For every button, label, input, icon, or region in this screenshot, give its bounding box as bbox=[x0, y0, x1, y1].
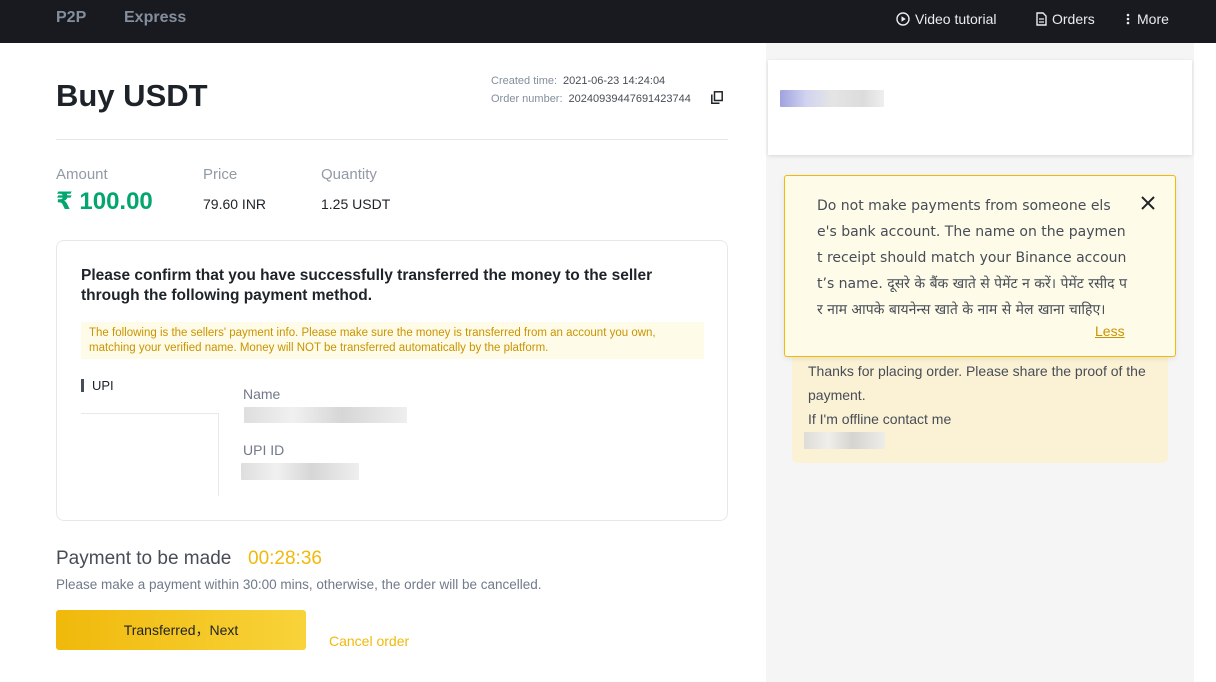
video-tutorial-link[interactable]: Video tutorial bbox=[896, 11, 996, 27]
name-label: Name bbox=[243, 386, 281, 402]
seller-info-warning: The following is the sellers' payment in… bbox=[81, 322, 704, 359]
price-value: 79.60 INR bbox=[203, 196, 267, 212]
orders-link[interactable]: Orders bbox=[1036, 11, 1095, 27]
page-title: Buy USDT bbox=[56, 78, 208, 113]
copy-icon[interactable] bbox=[711, 91, 723, 109]
created-time-label: Created time: bbox=[491, 75, 558, 87]
quantity-value: 1.25 USDT bbox=[321, 196, 391, 212]
less-link[interactable]: Less bbox=[1095, 323, 1125, 339]
more-label: More bbox=[1137, 11, 1169, 27]
order-number: Order number: 20240939447691423744 bbox=[491, 93, 691, 105]
seller-name-redacted bbox=[244, 407, 407, 423]
countdown-timer: 00:28:36 bbox=[248, 548, 322, 569]
payment-title: Payment to be made bbox=[56, 548, 232, 569]
chat-message-line: If I'm offline contact me bbox=[808, 411, 952, 427]
upi-id-label: UPI ID bbox=[243, 442, 285, 458]
chat-header bbox=[768, 60, 1192, 155]
notice-text: Do not make payments from someone else's… bbox=[817, 198, 1127, 318]
tab-p2p[interactable]: P2P bbox=[56, 9, 86, 27]
tab-express[interactable]: Express bbox=[124, 9, 186, 27]
order-number-value: 20240939447691423744 bbox=[568, 93, 691, 105]
more-vertical-icon bbox=[1124, 12, 1132, 26]
cancel-order-link[interactable]: Cancel order bbox=[329, 633, 409, 649]
counterparty-name-redacted bbox=[780, 90, 884, 107]
close-icon[interactable] bbox=[1140, 195, 1156, 216]
video-tutorial-label: Video tutorial bbox=[915, 11, 997, 27]
chat-message: Thanks for placing order. Please share t… bbox=[808, 359, 1160, 431]
payment-method-tab-upi[interactable]: UPI bbox=[81, 379, 114, 392]
contact-redacted bbox=[804, 432, 885, 449]
price-label: Price bbox=[203, 166, 238, 183]
confirm-transfer-text: Please confirm that you have successfull… bbox=[81, 267, 653, 304]
created-time: Created time: 2021-06-23 14:24:04 bbox=[491, 75, 665, 87]
orders-label: Orders bbox=[1052, 11, 1095, 27]
order-number-label: Order number: bbox=[491, 93, 563, 105]
payment-deadline-note: Please make a payment within 30:00 mins,… bbox=[56, 577, 542, 592]
payment-method-card: Please confirm that you have successfull… bbox=[56, 240, 728, 521]
method-divider bbox=[81, 413, 219, 414]
header-divider bbox=[56, 139, 728, 140]
created-time-value: 2021-06-23 14:24:04 bbox=[563, 75, 666, 87]
top-nav-bar: P2P Express Video tutorial Orders More bbox=[0, 0, 1216, 43]
quantity-label: Quantity bbox=[321, 166, 377, 183]
more-menu[interactable]: More bbox=[1124, 11, 1169, 27]
amount-label: Amount bbox=[56, 166, 108, 183]
upi-id-redacted bbox=[241, 463, 359, 480]
play-circle-icon bbox=[896, 12, 910, 26]
transferred-next-button[interactable]: Transferred，Next bbox=[56, 610, 306, 650]
chat-message-line: Thanks for placing order. Please share t… bbox=[808, 363, 1146, 403]
payment-notice-popup: Do not make payments from someone else's… bbox=[784, 175, 1176, 357]
amount-value: ₹ 100.00 bbox=[56, 188, 153, 215]
method-divider-vertical bbox=[218, 413, 219, 496]
document-icon bbox=[1036, 12, 1047, 26]
